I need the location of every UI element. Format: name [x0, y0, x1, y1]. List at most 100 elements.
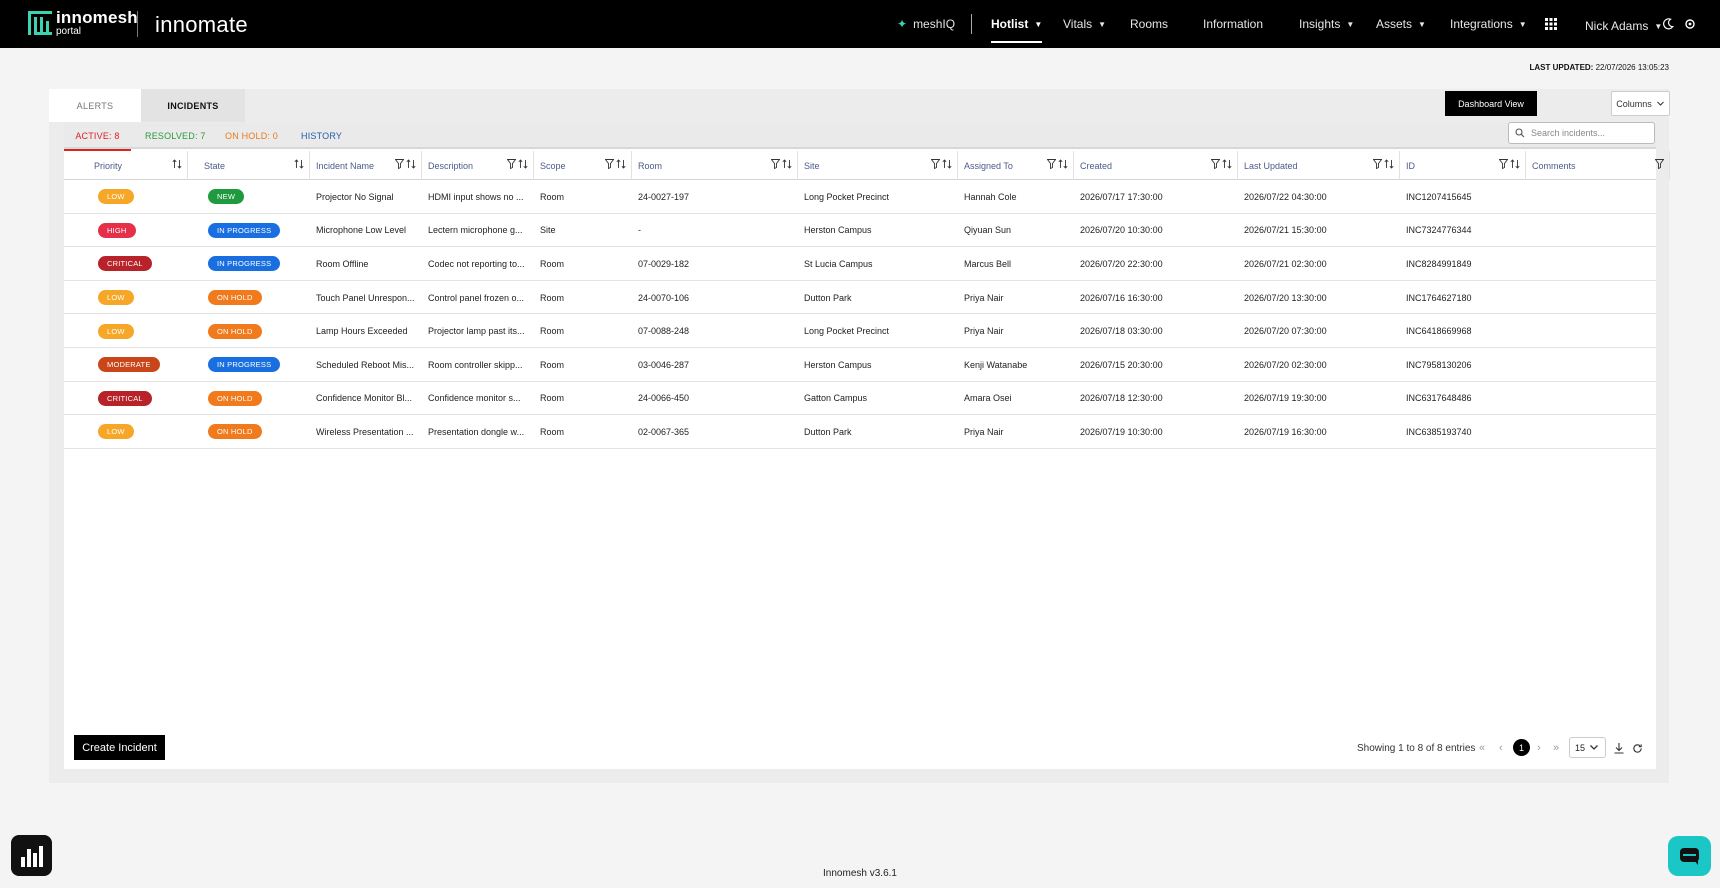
innomesh-logo[interactable]: innomesh portal [28, 9, 138, 37]
page-number-1[interactable]: 1 [1513, 739, 1530, 756]
cell-room: 07-0029-182 [638, 258, 690, 269]
sort-icon[interactable] [616, 159, 626, 171]
chat-button[interactable] [1668, 836, 1711, 876]
settings-gear-icon[interactable] [1684, 0, 1696, 48]
cell-incident-name: Room Offline [316, 258, 369, 269]
sort-icon[interactable] [1058, 159, 1068, 171]
cell-state: NEW [188, 180, 310, 214]
page-size-select[interactable]: 15 [1569, 737, 1606, 758]
cell-comments [1526, 314, 1670, 348]
sort-icon[interactable] [1222, 159, 1232, 171]
table-row[interactable]: LOW ON HOLD Touch Panel Unrespon... Control… [64, 281, 1656, 315]
column-header-priority[interactable]: Priority [78, 151, 188, 180]
tab-on-hold[interactable]: ON HOLD: 0 [225, 123, 278, 149]
state-badge: ON HOLD [208, 290, 262, 306]
cell-description: Projector lamp past its... [428, 326, 525, 337]
search-box[interactable] [1508, 122, 1655, 144]
cell-site: Dutton Park [804, 292, 852, 303]
dashboard-view-button[interactable]: Dashboard View [1445, 91, 1537, 116]
table-row[interactable]: LOW ON HOLD Wireless Presentation ... Prese… [64, 415, 1656, 449]
nav-hotlist[interactable]: Hotlist ▼ [991, 0, 1043, 48]
cell-id: INC6317648486 [1406, 393, 1472, 404]
nav-assets[interactable]: Assets ▼ [1376, 0, 1426, 48]
cell-site: Herston Campus [804, 359, 872, 370]
filter-icon[interactable] [1210, 159, 1221, 171]
column-header-site[interactable]: Site [798, 151, 958, 180]
user-menu[interactable]: Nick Adams ▼ [1585, 2, 1662, 50]
column-header-room[interactable]: Room [632, 151, 798, 180]
column-header-assigned-to[interactable]: Assigned To [958, 151, 1074, 180]
previous-page-icon[interactable]: ‹ [1499, 737, 1503, 759]
download-icon[interactable] [1613, 737, 1625, 759]
column-header-last-updated[interactable]: Last Updated [1238, 151, 1400, 180]
first-page-icon[interactable]: « [1479, 737, 1485, 759]
apps-grid-icon[interactable] [1545, 0, 1557, 48]
next-page-icon[interactable]: › [1537, 737, 1541, 759]
cell-state: IN PROGRESS [188, 247, 310, 281]
filter-icon[interactable] [506, 159, 517, 171]
analytics-button[interactable] [11, 835, 52, 876]
cell-site: St Lucia Campus [804, 258, 873, 269]
filter-icon[interactable] [770, 159, 781, 171]
cell-assigned-to: Marcus Bell [964, 258, 1012, 269]
cell-room: 07-0088-248 [638, 326, 690, 337]
tab-active[interactable]: ACTIVE: 8 [64, 123, 131, 151]
sort-icon[interactable] [1510, 159, 1520, 171]
sort-icon[interactable] [518, 159, 528, 171]
filter-icon[interactable] [1654, 159, 1665, 171]
tab-incidents[interactable]: INCIDENTS [141, 89, 245, 122]
nav-integrations[interactable]: Integrations ▼ [1450, 0, 1527, 48]
sort-icon[interactable] [942, 159, 952, 171]
nav-information[interactable]: Information [1203, 0, 1263, 48]
column-header-scope[interactable]: Scope [534, 151, 632, 180]
refresh-icon[interactable] [1632, 737, 1643, 759]
filter-icon[interactable] [1372, 159, 1383, 171]
sort-icon[interactable] [1384, 159, 1394, 171]
column-header-description[interactable]: Description [422, 151, 534, 180]
cell-incident-name: Touch Panel Unrespon... [316, 292, 415, 303]
cell-scope: Room [540, 359, 565, 370]
priority-badge: CRITICAL [98, 390, 152, 406]
filter-icon[interactable] [1046, 159, 1057, 171]
cell-scope: Room [540, 292, 565, 303]
tab-alerts[interactable]: ALERTS [49, 89, 141, 122]
filter-icon[interactable] [394, 159, 405, 171]
last-page-icon[interactable]: » [1553, 737, 1559, 759]
cell-scope: Site [540, 225, 556, 236]
column-header-comments[interactable]: Comments [1526, 151, 1670, 180]
table-row[interactable]: LOW ON HOLD Lamp Hours Exceeded Projector l… [64, 314, 1656, 348]
top-navigation-bar: innomesh portal innomate ✦ meshIQ Hotlis… [0, 0, 1720, 48]
sort-icon[interactable] [172, 159, 182, 171]
table-row[interactable]: HIGH IN PROGRESS Microphone Low Level Lecte… [64, 214, 1656, 248]
create-incident-button[interactable]: Create Incident [74, 735, 165, 760]
tab-resolved[interactable]: RESOLVED: 7 [145, 123, 206, 149]
cell-assigned-to: Priya Nair [964, 292, 1004, 303]
column-header-created[interactable]: Created [1074, 151, 1238, 180]
dark-mode-moon-icon[interactable] [1662, 0, 1674, 48]
cell-comments [1526, 415, 1670, 449]
tab-history[interactable]: HISTORY [301, 123, 342, 149]
table-row[interactable]: MODERATE IN PROGRESS Scheduled Reboot Mis.… [64, 348, 1656, 382]
column-header-incident-name[interactable]: Incident Name [310, 151, 422, 180]
table-row[interactable]: LOW NEW Projector No Signal HDMI input show… [64, 180, 1656, 214]
filter-icon[interactable] [930, 159, 941, 171]
column-header-id[interactable]: ID [1400, 151, 1526, 180]
sort-icon[interactable] [294, 159, 304, 171]
sort-icon[interactable] [782, 159, 792, 171]
search-input[interactable] [1531, 128, 1651, 138]
nav-insights[interactable]: Insights ▼ [1299, 0, 1354, 48]
cell-id: INC7324776344 [1406, 225, 1472, 236]
nav-meshiq[interactable]: ✦ meshIQ [897, 0, 955, 48]
cell-scope: Room [540, 393, 565, 404]
table-row[interactable]: CRITICAL ON HOLD Confidence Monitor Bl... C… [64, 382, 1656, 416]
columns-button[interactable]: Columns [1611, 91, 1670, 116]
nav-rooms[interactable]: Rooms [1130, 0, 1168, 48]
filter-icon[interactable] [1498, 159, 1509, 171]
sort-icon[interactable] [406, 159, 416, 171]
cell-incident-name: Lamp Hours Exceeded [316, 326, 408, 337]
brand-innomate: innomate [155, 12, 248, 37]
table-row[interactable]: CRITICAL IN PROGRESS Room Offline Codec not… [64, 247, 1656, 281]
column-header-state[interactable]: State [188, 151, 310, 180]
filter-icon[interactable] [604, 159, 615, 171]
nav-vitals[interactable]: Vitals ▼ [1063, 0, 1106, 48]
